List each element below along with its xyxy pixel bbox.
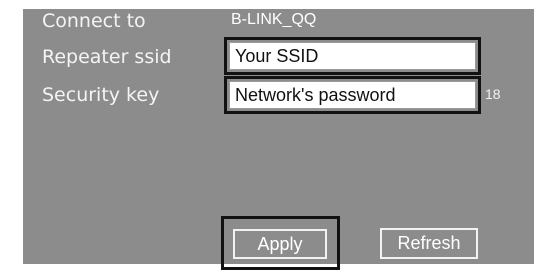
apply-button[interactable]: Apply: [233, 229, 327, 259]
key-length-counter: 18: [485, 86, 501, 102]
ssid-field-highlight: [224, 37, 481, 75]
repeater-ssid-label: Repeater ssid: [42, 46, 172, 68]
connect-to-value: B-LINK_QQ: [231, 11, 317, 28]
security-key-input[interactable]: [229, 81, 476, 109]
connect-to-label: Connect to: [42, 10, 146, 32]
repeater-ssid-input[interactable]: [229, 42, 476, 70]
refresh-button[interactable]: Refresh: [380, 228, 478, 259]
security-key-field-highlight: [224, 76, 481, 114]
security-key-label: Security key: [42, 84, 160, 106]
apply-button-highlight: Apply: [221, 216, 340, 270]
